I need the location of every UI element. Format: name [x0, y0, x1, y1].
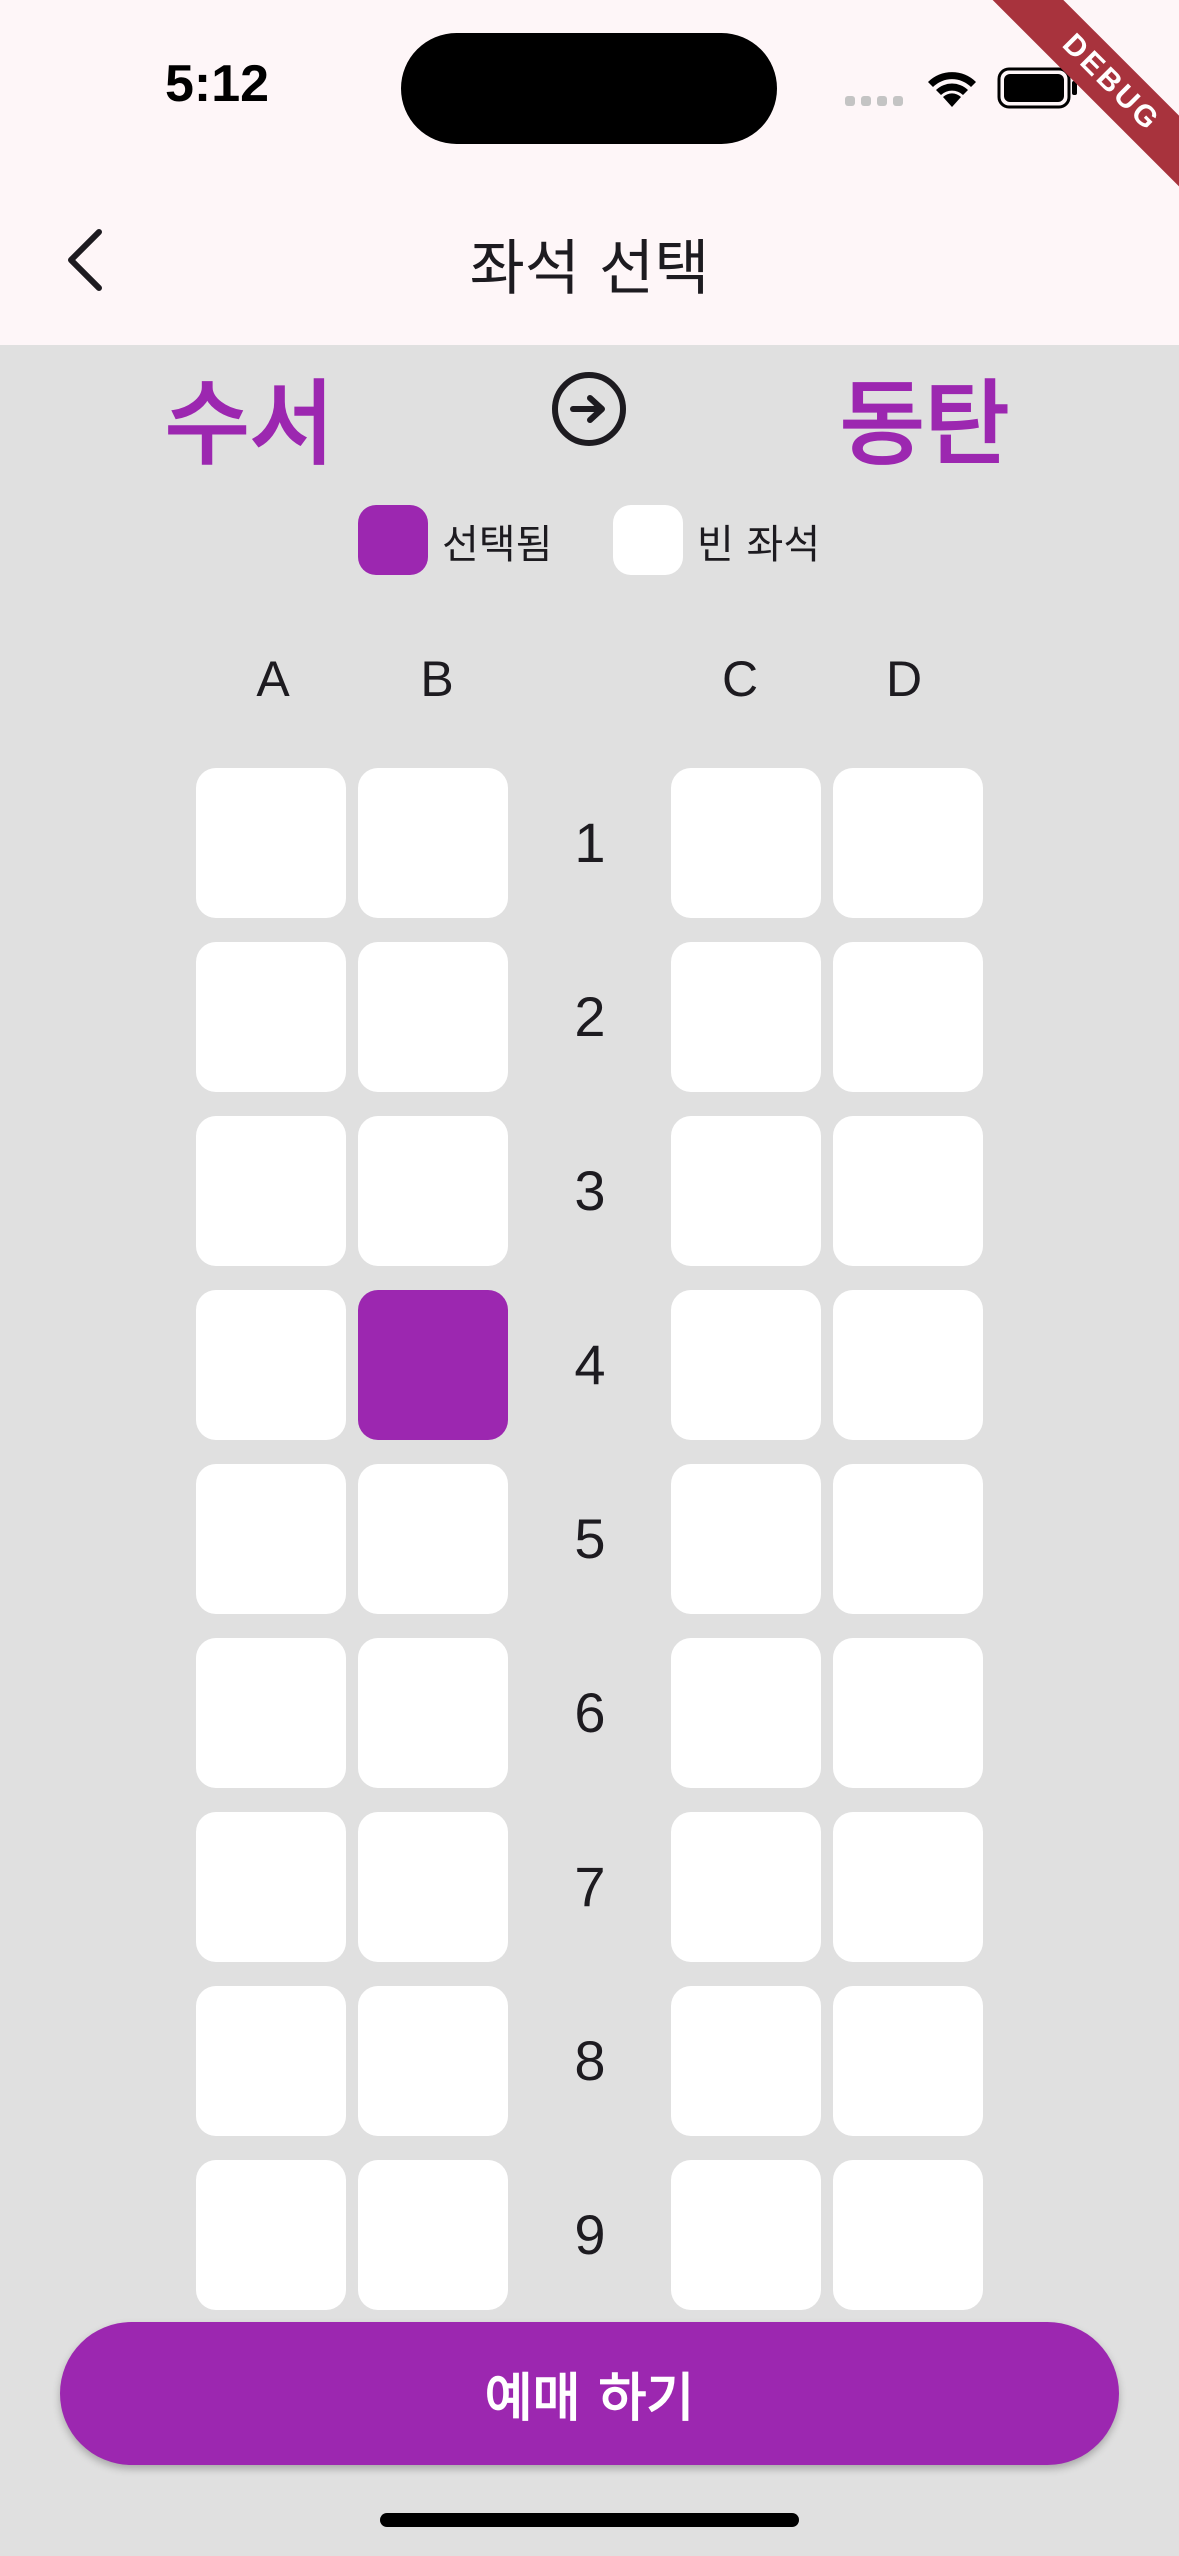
row-label: 9 — [574, 2203, 606, 2266]
column-label-d: D — [885, 651, 923, 707]
legend-empty-label: 빈 좌석 — [697, 522, 821, 568]
status-time: 5:12 — [165, 55, 270, 113]
seat-1b[interactable] — [358, 768, 508, 918]
debug-banner-label: DEBUG — [987, 0, 1179, 200]
seat-7d[interactable] — [833, 1812, 983, 1962]
seat-3d[interactable] — [833, 1116, 983, 1266]
seat-6c[interactable] — [671, 1638, 821, 1788]
column-label-c: C — [721, 651, 759, 707]
seat-4d[interactable] — [833, 1290, 983, 1440]
seat-9b[interactable] — [358, 2160, 508, 2310]
seat-6b[interactable] — [358, 1638, 508, 1788]
seat-9d[interactable] — [833, 2160, 983, 2310]
row-label: 1 — [574, 811, 606, 874]
seat-1a[interactable] — [196, 768, 346, 918]
seat-8b[interactable] — [358, 1986, 508, 2136]
column-label-b: B — [420, 651, 454, 707]
seat-5a[interactable] — [196, 1464, 346, 1614]
seat-4b[interactable] — [358, 1290, 508, 1440]
seat-5b[interactable] — [358, 1464, 508, 1614]
cellular-signal-icon — [845, 96, 903, 106]
arrow-right-circle-icon — [552, 372, 626, 446]
legend-selected-label: 선택됨 — [442, 522, 553, 568]
seat-2a[interactable] — [196, 942, 346, 1092]
row-label: 8 — [574, 2029, 606, 2092]
seat-1c[interactable] — [671, 768, 821, 918]
page-title: 좌석 선택 — [469, 234, 710, 304]
seat-8a[interactable] — [196, 1986, 346, 2136]
row-label: 2 — [574, 985, 606, 1048]
seat-4a[interactable] — [196, 1290, 346, 1440]
seat-8d[interactable] — [833, 1986, 983, 2136]
seat-7a[interactable] — [196, 1812, 346, 1962]
departure-station: 수서 — [165, 371, 335, 478]
row-label: 5 — [574, 1507, 606, 1570]
seat-5d[interactable] — [833, 1464, 983, 1614]
seat-1d[interactable] — [833, 768, 983, 918]
book-button-label: 예매 하기 — [484, 2369, 695, 2429]
seat-2b[interactable] — [358, 942, 508, 1092]
seat-2c[interactable] — [671, 942, 821, 1092]
seat-3a[interactable] — [196, 1116, 346, 1266]
seat-7c[interactable] — [671, 1812, 821, 1962]
legend-empty-swatch — [613, 505, 683, 575]
seat-9c[interactable] — [671, 2160, 821, 2310]
book-button[interactable]: 예매 하기 — [60, 2322, 1119, 2465]
seat-8c[interactable] — [671, 1986, 821, 2136]
seat-7b[interactable] — [358, 1812, 508, 1962]
arrival-station: 동탄 — [840, 371, 1010, 478]
seat-6d[interactable] — [833, 1638, 983, 1788]
debug-banner: DEBUG — [979, 0, 1179, 200]
dynamic-island — [401, 33, 777, 144]
seat-6a[interactable] — [196, 1638, 346, 1788]
row-label: 3 — [574, 1159, 606, 1222]
seat-9a[interactable] — [196, 2160, 346, 2310]
wifi-icon — [928, 72, 976, 107]
seat-4c[interactable] — [671, 1290, 821, 1440]
seat-2d[interactable] — [833, 942, 983, 1092]
home-indicator — [380, 2513, 799, 2527]
seat-5c[interactable] — [671, 1464, 821, 1614]
seat-3b[interactable] — [358, 1116, 508, 1266]
row-label: 7 — [574, 1855, 606, 1918]
row-label: 4 — [574, 1333, 606, 1396]
row-label: 6 — [574, 1681, 606, 1744]
seat-3c[interactable] — [671, 1116, 821, 1266]
column-label-a: A — [256, 651, 290, 707]
legend-selected-swatch — [358, 505, 428, 575]
